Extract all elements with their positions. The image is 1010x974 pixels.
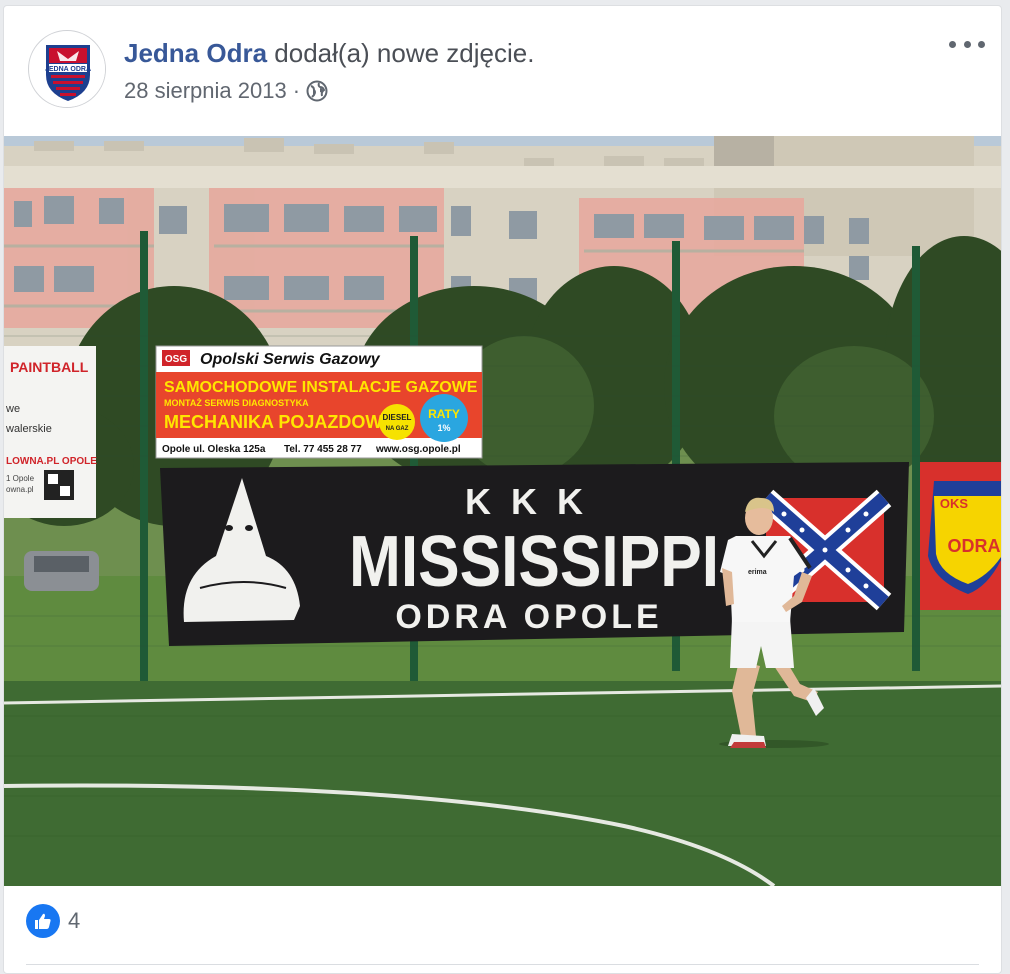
osg-diesel2: NA GAZ xyxy=(386,426,409,432)
post-card: JEDNA ODRA Jedna Odra dodał(a) nowe zdję… xyxy=(3,5,1002,974)
post-photo[interactable]: PAINTBALL we walerskie LOWNA.PL OPOLE 1 … xyxy=(4,136,1001,886)
thumbs-up-icon xyxy=(26,904,60,938)
osg-diesel: DIESEL xyxy=(383,413,412,422)
banner-line2: MISSISSIPPI xyxy=(349,522,719,602)
post-meta: 28 sierpnia 2013 · xyxy=(124,78,328,104)
post-action-text: dodał(a) nowe zdjęcie. xyxy=(274,38,535,68)
banner-line3: ODRA OPOLE xyxy=(395,598,662,636)
right-flag-text1: OKS xyxy=(940,496,969,511)
reactions-summary[interactable]: 4 xyxy=(26,904,80,938)
banner-line1: KKK xyxy=(465,481,603,522)
osg-ad-sign: OSG Opolski Serwis Gazowy SAMOCHODOWE IN… xyxy=(155,345,483,459)
page-name-link[interactable]: Jedna Odra xyxy=(124,38,267,68)
left-sign-small2: owna.pl xyxy=(6,485,34,494)
osg-logo: OSG xyxy=(165,354,187,365)
like-count: 4 xyxy=(68,908,81,933)
more-dots-icon[interactable] xyxy=(949,34,985,54)
right-club-flag: OKS ODRA xyxy=(920,462,1001,610)
osg-phone: Tel. 77 455 28 77 xyxy=(284,444,362,455)
left-sign-url: LOWNA.PL OPOLE xyxy=(6,456,97,467)
osg-line3: MECHANIKA POJAZDOWA xyxy=(164,412,394,432)
left-ad-sign: PAINTBALL we walerskie LOWNA.PL OPOLE 1 … xyxy=(4,346,97,518)
avatar-text: JEDNA ODRA xyxy=(45,66,91,73)
page-avatar[interactable]: JEDNA ODRA xyxy=(28,30,106,108)
post-date[interactable]: 28 sierpnia 2013 xyxy=(124,78,287,104)
meta-separator: · xyxy=(292,78,301,103)
osg-raty2: 1% xyxy=(437,423,450,433)
left-sign-line1: we xyxy=(5,403,20,415)
post-header-title: Jedna Odra dodał(a) nowe zdjęcie. xyxy=(124,38,534,69)
osg-line1: SAMOCHODOWE INSTALACJE GAZOWE xyxy=(164,379,478,396)
osg-web: www.osg.opole.pl xyxy=(375,444,461,455)
left-sign-title: PAINTBALL xyxy=(10,359,89,375)
left-sign-line2: walerskie xyxy=(5,423,52,435)
osg-title: Opolski Serwis Gazowy xyxy=(200,351,381,368)
osg-raty: RATY xyxy=(428,407,460,421)
osg-address: Opole ul. Oleska 125a xyxy=(162,444,266,455)
shirt-brand: erima xyxy=(748,569,767,576)
right-flag-text2: ODRA xyxy=(948,536,1001,556)
osg-line2: MONTAŻ SERWIS DIAGNOSTYKA xyxy=(164,398,309,408)
globe-icon[interactable] xyxy=(306,80,328,102)
footer-divider xyxy=(26,964,979,965)
left-sign-small1: 1 Opole xyxy=(6,474,35,483)
